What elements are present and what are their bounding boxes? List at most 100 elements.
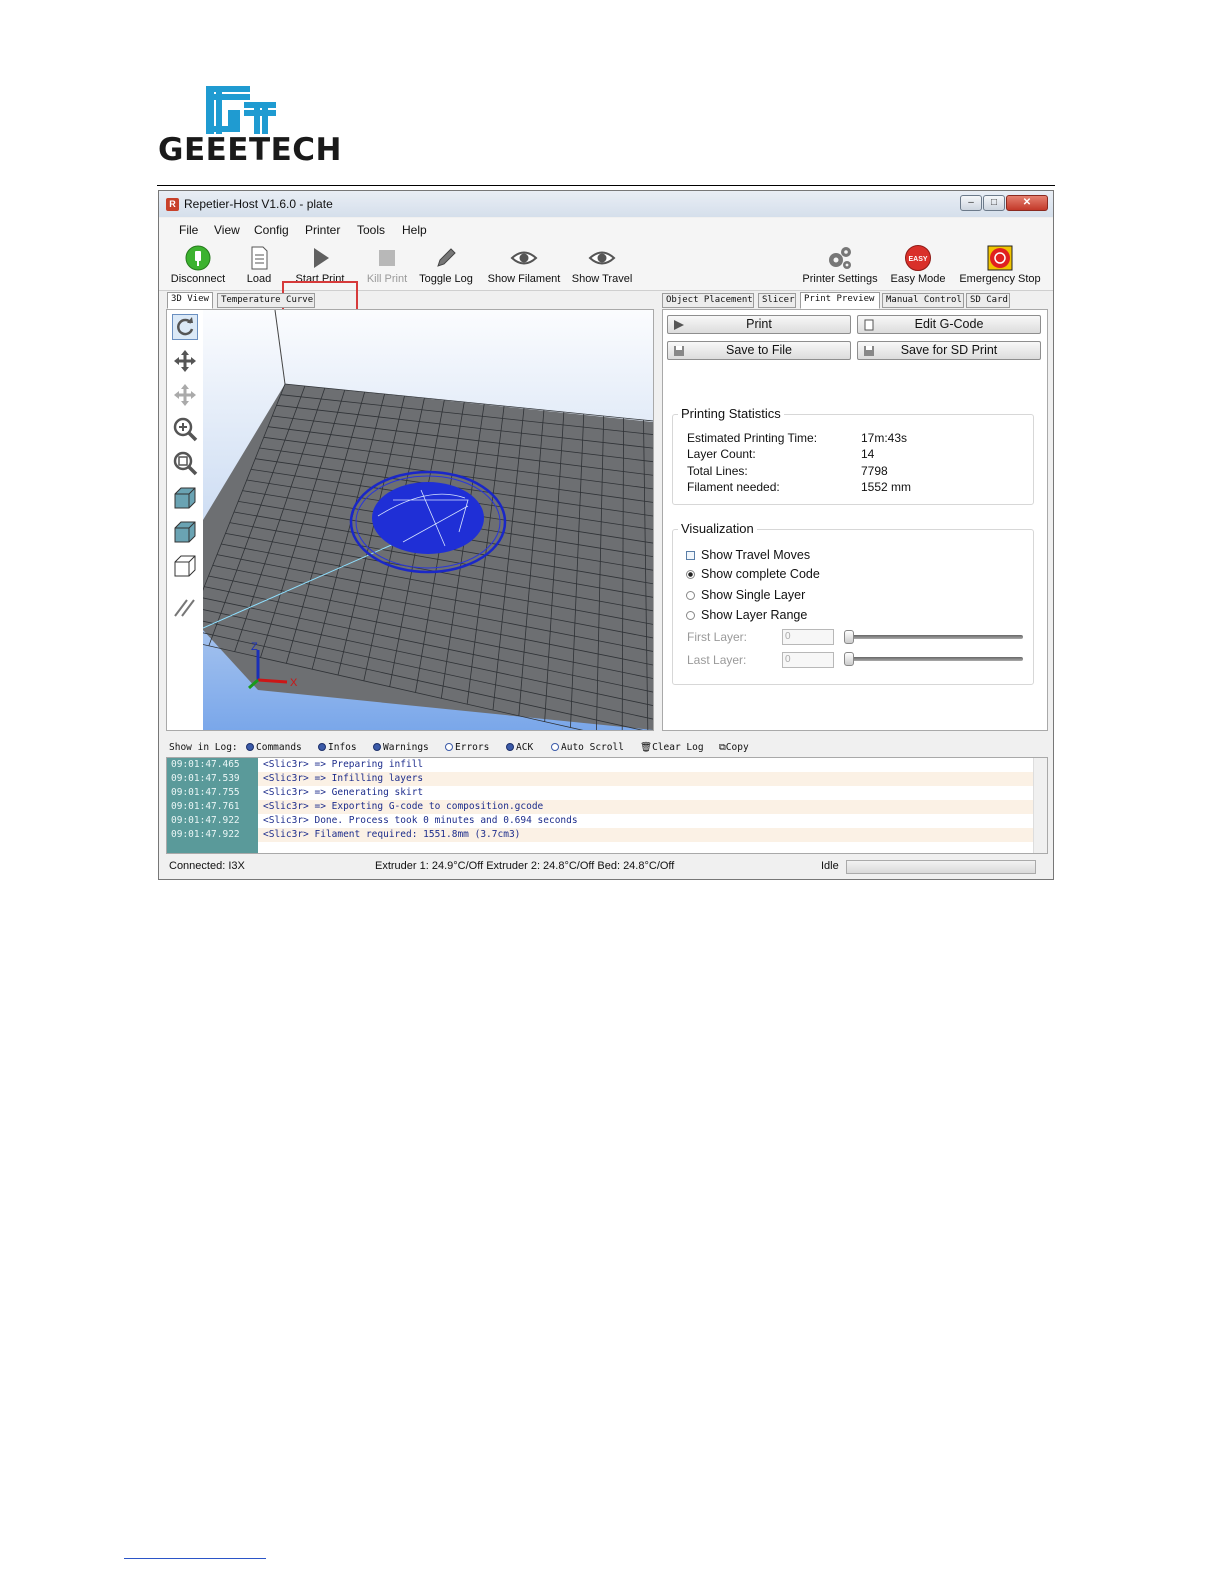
gears-icon [829,247,851,269]
printing-statistics-title: Printing Statistics [678,406,784,421]
logo-text: GEEETECH [158,132,342,168]
zoom-fit-icon[interactable] [172,450,198,476]
eye-icon [510,251,538,265]
clear-log-button[interactable]: 🗑Clear Log [640,742,704,753]
stat-value: 14 [861,447,875,461]
menu-tools[interactable]: Tools [357,223,385,237]
menu-help[interactable]: Help [402,223,427,237]
show-complete-code-radio[interactable]: Show complete Code [686,567,820,581]
eye-icon [588,251,616,265]
document-icon [251,246,268,270]
stat-label: Estimated Printing Time: [687,431,818,445]
tab-object-placement[interactable]: Object Placement [662,293,754,308]
view-top-icon[interactable] [172,553,198,579]
warnings-toggle[interactable]: Warnings [373,742,429,753]
toolbar: Disconnect Load Start Print Kill Print T… [159,238,1053,335]
stat-label: Filament needed: [687,480,780,494]
menu-bar: File View Config Printer Tools Help [159,218,1053,238]
log-row: 09:01:47.922 <Slic3r> Done. Process took … [171,815,578,826]
log-row: 09:01:47.755 <Slic3r> => Generating skirt [171,787,424,798]
left-tabstrip: 3D View Temperature Curve [167,292,367,309]
document-icon [864,319,874,331]
radio-selected-icon [686,570,695,579]
minimize-button[interactable]: – [960,195,982,211]
first-layer-slider-thumb[interactable] [844,630,854,644]
tab-print-preview[interactable]: Print Preview [800,292,880,309]
move-icon[interactable] [172,348,198,374]
checkbox-icon [686,551,695,560]
floppy-icon [864,346,874,356]
tab-temperature-curve[interactable]: Temperature Curve [217,293,315,308]
ack-toggle[interactable]: ACK [506,742,533,753]
radio-icon [686,591,695,600]
close-button[interactable]: ✕ [1006,195,1048,211]
tab-sd-card[interactable]: SD Card [966,293,1010,308]
copy-button[interactable]: ⧉Copy [719,742,749,753]
visualization-group: Visualization Show Travel Moves Show com… [672,521,1034,685]
infos-toggle[interactable]: Infos [318,742,357,753]
app-window: R Repetier-Host V1.6.0 - plate – □ ✕ Fil… [158,190,1054,880]
save-for-sd-print-button[interactable]: Save for SD Print [857,341,1041,360]
maximize-button[interactable]: □ [983,195,1005,211]
show-in-log-label: Show in Log: [169,742,238,753]
toggle-log-button[interactable]: Toggle Log [415,238,477,290]
stat-value: 17m:43s [861,431,908,445]
print-button[interactable]: Print [667,315,851,334]
temperature-status: Extruder 1: 24.9°C/Off Extruder 2: 24.8°… [375,860,675,872]
show-travel-moves-checkbox[interactable]: Show Travel Moves [686,548,810,562]
disconnect-button[interactable]: Disconnect [167,238,229,290]
log-scrollbar[interactable] [1033,758,1047,853]
tab-manual-control[interactable]: Manual Control [882,293,964,308]
title-bar: R Repetier-Host V1.6.0 - plate – □ ✕ [159,191,1053,217]
parallel-view-icon[interactable] [172,594,198,620]
load-button[interactable]: Load [239,238,279,290]
errors-toggle[interactable]: Errors [445,742,489,753]
auto-scroll-toggle[interactable]: Auto Scroll [551,742,624,753]
log-filter-bar: Show in Log: Commands Infos Warnings Err… [166,739,1048,757]
print-progress-bar [846,860,1036,874]
toggle-on-icon [373,743,381,751]
floppy-icon [674,346,684,356]
move-object-icon[interactable] [172,382,198,408]
rotate-icon[interactable] [172,314,198,340]
tab-3d-view[interactable]: 3D View [167,292,213,309]
save-to-file-button[interactable]: Save to File [667,341,851,360]
show-layer-range-radio[interactable]: Show Layer Range [686,608,807,622]
last-layer-slider-thumb[interactable] [844,652,854,666]
pencil-icon [437,248,456,267]
show-travel-button[interactable]: Show Travel [567,238,637,290]
zoom-icon[interactable] [172,416,198,442]
show-filament-button[interactable]: Show Filament [485,238,563,290]
svg-text:Z: Z [251,641,258,653]
easy-badge-icon: EASY [905,245,931,271]
last-layer-slider-track[interactable] [845,657,1023,661]
kill-print-button[interactable]: Kill Print [363,238,411,290]
easy-mode-button[interactable]: EASY Easy Mode [887,238,949,290]
first-layer-input[interactable]: 0 [782,629,834,645]
menu-file[interactable]: File [179,223,198,237]
toggle-on-icon [318,743,326,751]
first-layer-slider-track[interactable] [845,635,1023,639]
stat-value: 1552 mm [861,480,912,494]
menu-config[interactable]: Config [254,223,289,237]
svg-text:X: X [290,677,298,689]
commands-toggle[interactable]: Commands [246,742,302,753]
log-panel: 09:01:47.465 <Slic3r> => Preparing infill… [166,757,1048,854]
menu-printer[interactable]: Printer [305,223,340,237]
tab-slicer[interactable]: Slicer [758,293,796,308]
first-layer-label: First Layer: [687,630,748,644]
plug-icon [185,245,211,271]
view-front-icon[interactable] [172,519,198,545]
toggle-on-icon [246,743,254,751]
3d-viewport[interactable]: Z X [203,310,653,730]
log-row: 09:01:47.761 <Slic3r> => Exporting G-code… [167,800,1035,814]
edit-gcode-button[interactable]: Edit G-Code [857,315,1041,334]
emergency-stop-button[interactable]: Emergency Stop [956,238,1044,290]
show-single-layer-radio[interactable]: Show Single Layer [686,588,805,602]
stat-value: 7798 [861,464,888,478]
menu-view[interactable]: View [214,223,240,237]
view-iso-icon[interactable] [172,485,198,511]
last-layer-input[interactable]: 0 [782,652,834,668]
printer-settings-button[interactable]: Printer Settings [799,238,881,290]
log-row: 09:01:47.539 <Slic3r> => Infilling layers [167,772,1035,786]
